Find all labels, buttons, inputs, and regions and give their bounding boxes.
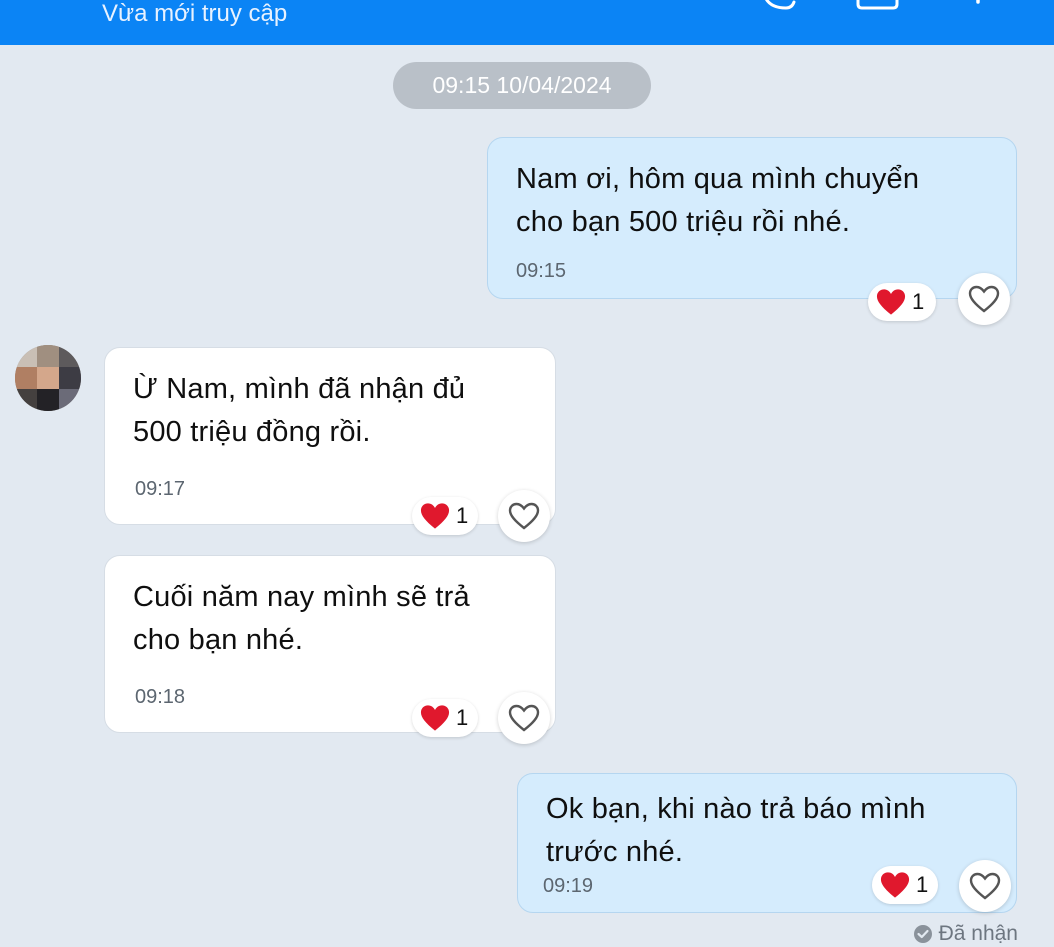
message-time: 09:18 xyxy=(135,686,186,708)
message-time: 09:15 xyxy=(516,260,567,282)
message-line: cho bạn 500 triệu rồi nhé. xyxy=(516,206,851,238)
contact-avatar[interactable] xyxy=(15,345,81,411)
like-button[interactable] xyxy=(498,490,550,542)
delivery-status: Đã nhận xyxy=(913,922,1018,946)
message-text: Cuối năm nay mình sẽ trả cho bạn nhé. xyxy=(133,576,527,662)
reaction-badge[interactable]: 1 xyxy=(412,497,478,535)
message-text: Ok bạn, khi nào trả báo mình trước nhé. xyxy=(546,788,988,874)
message-line: Cuối năm nay mình sẽ trả xyxy=(133,581,470,613)
incoming-message-bubble[interactable]: Cuối năm nay mình sẽ trả cho bạn nhé. 09… xyxy=(104,555,556,733)
message-time: 09:17 xyxy=(135,478,186,500)
check-circle-icon xyxy=(913,925,932,943)
reaction-count: 1 xyxy=(912,289,925,314)
heart-icon xyxy=(880,872,910,898)
video-call-icon[interactable] xyxy=(855,0,901,12)
reaction-badge[interactable]: 1 xyxy=(868,283,936,321)
heart-icon xyxy=(420,705,450,731)
heart-icon xyxy=(420,503,450,529)
heart-outline-icon xyxy=(508,704,540,732)
back-arrow-icon[interactable] xyxy=(22,0,62,16)
message-text: Ừ Nam, mình đã nhận đủ 500 triệu đồng rồ… xyxy=(133,368,527,454)
reaction-count: 1 xyxy=(916,872,929,897)
message-time: 09:19 xyxy=(543,875,594,897)
chat-header: Vừa mới truy cập xyxy=(0,0,1054,45)
phone-call-icon[interactable] xyxy=(760,0,800,12)
heart-outline-icon xyxy=(968,285,1000,313)
heart-outline-icon xyxy=(969,872,1001,900)
avatar-image xyxy=(15,345,81,411)
menu-icon[interactable] xyxy=(970,0,1030,12)
like-button[interactable] xyxy=(959,860,1011,912)
message-text: Nam ơi, hôm qua mình chuyển cho bạn 500 … xyxy=(516,158,988,244)
reaction-count: 1 xyxy=(456,503,469,528)
online-status-text: Vừa mới truy cập xyxy=(102,0,288,27)
message-line: Nam ơi, hôm qua mình chuyển xyxy=(516,163,920,195)
like-button[interactable] xyxy=(498,692,550,744)
date-separator: 09:15 10/04/2024 xyxy=(393,62,651,109)
message-line: cho bạn nhé. xyxy=(133,624,304,656)
delivery-status-text: Đã nhận xyxy=(938,922,1018,945)
outgoing-message-bubble[interactable]: Ok bạn, khi nào trả báo mình trước nhé. … xyxy=(517,773,1017,913)
like-button[interactable] xyxy=(958,273,1010,325)
reaction-badge[interactable]: 1 xyxy=(872,866,938,904)
message-line: Ok bạn, khi nào trả báo mình xyxy=(546,793,926,825)
incoming-message-bubble[interactable]: Ừ Nam, mình đã nhận đủ 500 triệu đồng rồ… xyxy=(104,347,556,525)
reaction-count: 1 xyxy=(456,705,469,730)
message-line: Ừ Nam, mình đã nhận đủ xyxy=(133,373,466,405)
outgoing-message-bubble[interactable]: Nam ơi, hôm qua mình chuyển cho bạn 500 … xyxy=(487,137,1017,299)
reaction-badge[interactable]: 1 xyxy=(412,699,478,737)
heart-outline-icon xyxy=(508,502,540,530)
message-line: 500 triệu đồng rồi. xyxy=(133,416,371,448)
heart-icon xyxy=(876,289,906,315)
